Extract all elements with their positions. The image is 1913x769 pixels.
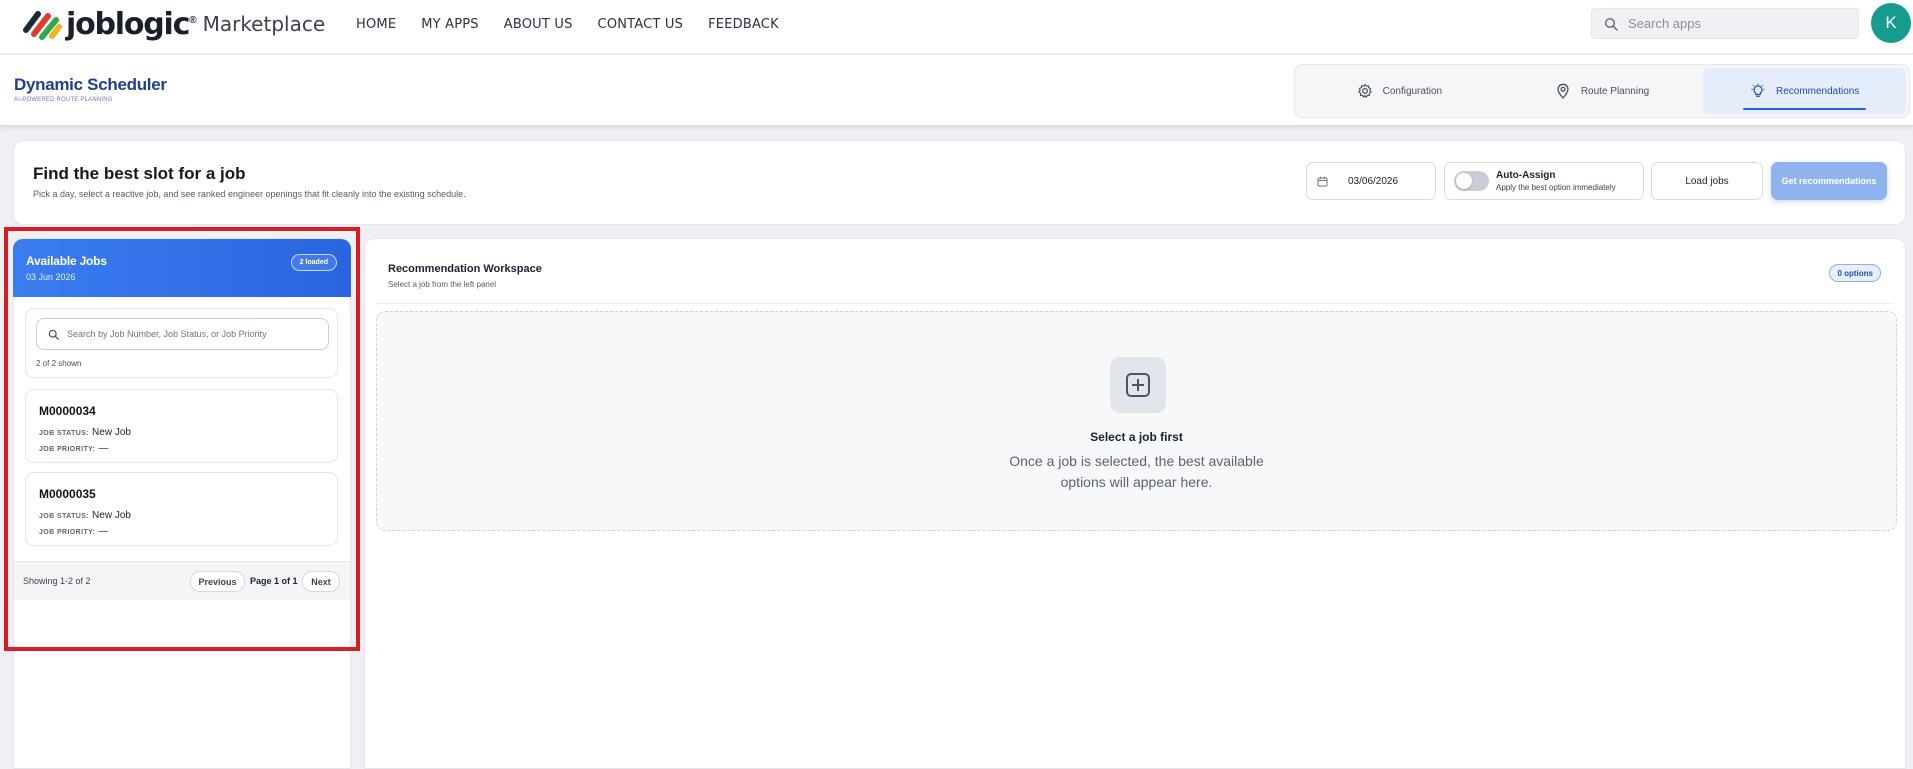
job-priority-row: JOB PRIORITY: — xyxy=(39,526,108,537)
nav-feedback[interactable]: FEEDBACK xyxy=(708,17,779,32)
find-slot-title: Find the best slot for a job xyxy=(33,164,246,183)
job-priority-value: — xyxy=(98,443,109,454)
date-picker[interactable]: 03/06/2026 xyxy=(1306,162,1436,200)
tab-route-planning-label: Route Planning xyxy=(1580,85,1650,97)
available-jobs-date: 03 Jun 2026 xyxy=(26,272,76,282)
workspace-title: Recommendation Workspace xyxy=(388,263,542,275)
auto-assign-label: Auto-Assign xyxy=(1496,170,1556,181)
options-count-badge: 0 options xyxy=(1829,264,1881,282)
app-subtitle: AI-POWERED ROUTE PLANNING xyxy=(14,97,113,103)
nav-my-apps[interactable]: MY APPS xyxy=(421,17,479,32)
job-priority-label: JOB PRIORITY: xyxy=(39,446,96,453)
shown-count: 2 of 2 shown xyxy=(36,359,82,368)
nav-contact-us[interactable]: CONTACT US xyxy=(598,17,684,32)
plus-square-icon xyxy=(1126,373,1150,397)
available-jobs-header: Available Jobs 03 Jun 2026 2 loaded xyxy=(13,239,351,297)
search-icon xyxy=(48,329,59,340)
tab-route-planning[interactable]: Route Planning xyxy=(1501,68,1704,114)
empty-state: Select a job first Once a job is selecte… xyxy=(376,311,1897,531)
job-card[interactable]: M0000035 JOB STATUS: New Job JOB PRIORITY… xyxy=(25,472,338,546)
load-jobs-button[interactable]: Load jobs xyxy=(1651,162,1763,200)
auto-assign-toggle[interactable] xyxy=(1454,171,1489,191)
empty-state-icon-box xyxy=(1110,357,1166,413)
job-search-input[interactable] xyxy=(67,329,327,339)
job-priority-label: JOB PRIORITY: xyxy=(39,529,96,536)
loaded-count-badge: 2 loaded xyxy=(290,254,337,271)
auto-assign-control: Auto-Assign Apply the best option immedi… xyxy=(1444,162,1644,200)
job-priority-row: JOB PRIORITY: — xyxy=(39,443,108,454)
calendar-icon xyxy=(1317,176,1328,186)
search-icon xyxy=(1604,17,1618,31)
brand-suffix: Marketplace xyxy=(202,12,326,36)
nav-home[interactable]: HOME xyxy=(356,17,396,32)
job-priority-value: — xyxy=(98,526,109,537)
empty-state-description: Once a job is selected, the best availab… xyxy=(377,451,1896,493)
empty-state-title: Select a job first xyxy=(1090,430,1183,444)
top-navigation-bar: joblogic ® Marketplace HOME MY APPS ABOU… xyxy=(0,0,1913,54)
section-tabs: Configuration Route Planning Recommendat… xyxy=(1294,64,1910,118)
date-value: 03/06/2026 xyxy=(1348,175,1399,187)
get-recommendations-button[interactable]: Get recommendations xyxy=(1771,162,1887,200)
pagination-info: Showing 1-2 of 2 xyxy=(23,576,91,586)
joblogic-logo-icon xyxy=(23,11,62,40)
find-slot-card: Find the best slot for a job Pick a day,… xyxy=(13,140,1906,225)
user-avatar[interactable]: K xyxy=(1871,3,1911,43)
registered-mark: ® xyxy=(189,14,197,26)
job-status-label: JOB STATUS: xyxy=(39,513,90,520)
job-status-label: JOB STATUS: xyxy=(39,430,90,437)
workspace-subtitle: Select a job from the left panel xyxy=(388,280,497,289)
job-status-value: New Job xyxy=(92,427,131,438)
workspace-divider xyxy=(377,303,1893,304)
empty-state-line-2: options will appear here. xyxy=(1060,474,1213,490)
find-slot-description: Pick a day, select a reactive job, and s… xyxy=(33,189,466,199)
brand-name: joblogic xyxy=(66,6,190,42)
job-search[interactable] xyxy=(36,318,329,350)
previous-page-button[interactable]: Previous xyxy=(190,571,245,592)
job-number: M0000034 xyxy=(39,404,96,418)
job-status-value: New Job xyxy=(92,510,131,521)
available-jobs-title: Available Jobs xyxy=(26,254,107,268)
tab-recommendations[interactable]: Recommendations xyxy=(1703,68,1907,114)
tab-configuration[interactable]: Configuration xyxy=(1298,68,1501,114)
app-header: Dynamic Scheduler AI-POWERED ROUTE PLANN… xyxy=(0,55,1913,126)
lightbulb-icon xyxy=(1751,83,1765,97)
job-status-row: JOB STATUS: New Job xyxy=(39,510,131,521)
joblogic-logo[interactable]: joblogic ® Marketplace xyxy=(22,6,325,42)
job-card[interactable]: M0000034 JOB STATUS: New Job JOB PRIORITY… xyxy=(25,389,338,463)
map-pin-icon xyxy=(1557,83,1569,99)
job-search-card: 2 of 2 shown xyxy=(25,308,338,378)
main-nav: HOME MY APPS ABOUT US CONTACT US FEEDBAC… xyxy=(356,17,804,32)
gear-icon xyxy=(1357,83,1372,98)
recommendation-workspace: Recommendation Workspace Select a job fr… xyxy=(364,238,1906,769)
auto-assign-description: Apply the best option immediately xyxy=(1496,183,1616,192)
tab-recommendations-label: Recommendations xyxy=(1775,85,1860,97)
search-apps-input[interactable] xyxy=(1628,16,1848,31)
next-page-button[interactable]: Next xyxy=(302,571,340,592)
empty-state-line-1: Once a job is selected, the best availab… xyxy=(1009,453,1264,469)
nav-about-us[interactable]: ABOUT US xyxy=(504,17,573,32)
job-status-row: JOB STATUS: New Job xyxy=(39,427,131,438)
tab-configuration-label: Configuration xyxy=(1382,85,1443,97)
page-indicator: Page 1 of 1 xyxy=(250,576,298,586)
app-search[interactable] xyxy=(1591,8,1859,39)
app-title: Dynamic Scheduler xyxy=(14,75,167,94)
jobs-pagination: Showing 1-2 of 2 Previous Page 1 of 1 Ne… xyxy=(14,561,350,600)
job-number: M0000035 xyxy=(39,487,96,501)
